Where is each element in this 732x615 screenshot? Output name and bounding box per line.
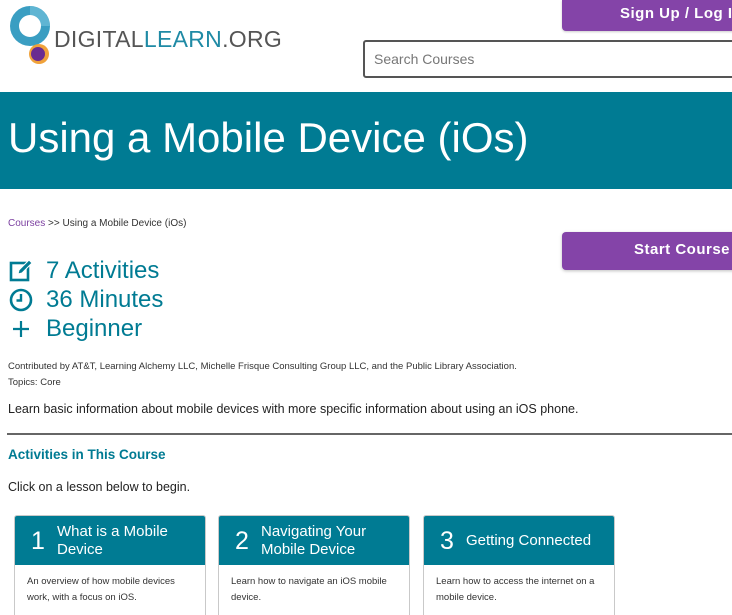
start-course-button[interactable]: Start Course: [562, 232, 732, 270]
breadcrumb-current: Using a Mobile Device (iOs): [62, 218, 187, 229]
activity-number: 2: [235, 527, 249, 555]
activity-card-header: 3 Getting Connected: [424, 516, 614, 565]
site-header: DIGITALLEARN.ORG Sign Up / Log In: [0, 0, 732, 92]
breadcrumb-separator: >>: [45, 218, 63, 229]
stat-activities: 7 Activities: [8, 256, 163, 285]
activity-number: 3: [440, 527, 454, 555]
stat-activities-label: 7 Activities: [46, 256, 160, 284]
edit-icon: [8, 258, 34, 284]
stat-duration: 36 Minutes: [8, 285, 163, 314]
course-banner: Using a Mobile Device (iOs): [0, 92, 732, 189]
activities-heading: Activities in This Course: [8, 447, 166, 462]
activity-description: Learn how to access the internet on a mo…: [436, 576, 595, 603]
activity-card-header: 1 What is a Mobile Device: [15, 516, 205, 565]
course-description: Learn basic information about mobile dev…: [8, 402, 579, 416]
plus-icon: [8, 316, 34, 342]
activity-card-1[interactable]: 1 What is a Mobile Device An overview of…: [14, 515, 206, 615]
activity-description: Learn how to navigate an iOS mobile devi…: [231, 576, 387, 603]
activity-card-3[interactable]: 3 Getting Connected Learn how to access …: [423, 515, 615, 615]
topics-text: Topics: Core: [8, 377, 61, 388]
contributors-text: Contributed by AT&T, Learning Alchemy LL…: [8, 361, 517, 372]
course-stats: 7 Activities 36 Minutes Beginner: [8, 256, 163, 343]
stat-level: Beginner: [8, 314, 163, 343]
activity-card-2[interactable]: 2 Navigating Your Mobile Device Learn ho…: [218, 515, 410, 615]
course-title: Using a Mobile Device (iOs): [8, 114, 529, 161]
activity-number: 1: [31, 527, 45, 555]
stat-level-label: Beginner: [46, 314, 143, 342]
logo-text-org: .ORG: [222, 26, 283, 52]
signup-login-button[interactable]: Sign Up / Log In: [562, 0, 732, 31]
logo-wordmark: DIGITALLEARN.ORG: [54, 26, 282, 53]
activity-card-header: 2 Navigating Your Mobile Device: [219, 516, 409, 565]
breadcrumb-courses-link[interactable]: Courses: [8, 218, 45, 229]
section-divider: [7, 433, 732, 435]
breadcrumb: Courses >> Using a Mobile Device (iOs): [8, 218, 186, 229]
stat-duration-label: 36 Minutes: [46, 285, 164, 313]
search-input[interactable]: [365, 42, 732, 76]
activity-title: What is a Mobile Device: [57, 523, 168, 558]
activity-title: Navigating Your Mobile Device: [261, 523, 367, 558]
activities-instruction: Click on a lesson below to begin.: [8, 480, 191, 494]
activity-title: Getting Connected: [466, 532, 592, 549]
digitallearn-logo[interactable]: DIGITALLEARN.ORG: [10, 4, 282, 68]
clock-icon: [8, 287, 34, 313]
logo-text-digital: DIGITAL: [54, 26, 144, 52]
activity-description: An overview of how mobile devices work, …: [27, 576, 175, 603]
logo-text-learn: LEARN: [143, 26, 223, 52]
search-box: [363, 40, 732, 78]
course-contributors: Contributed by AT&T, Learning Alchemy LL…: [8, 359, 517, 391]
